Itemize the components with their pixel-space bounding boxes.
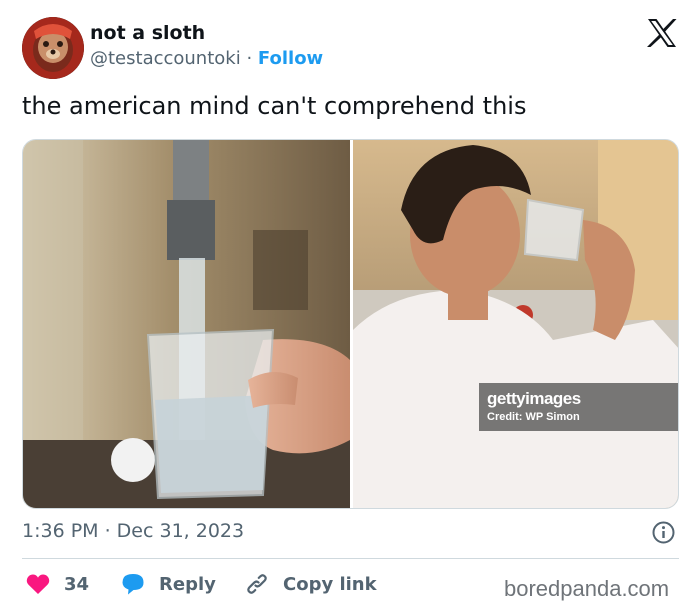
speech-bubble-icon: [121, 572, 145, 596]
handle-separator: ·: [246, 48, 253, 69]
reply-button[interactable]: Reply: [121, 570, 216, 598]
link-icon: [245, 572, 269, 596]
photo-faucet-glass[interactable]: [23, 140, 350, 508]
source-watermark: boredpanda.com: [504, 576, 670, 601]
watermark-credit: Credit: WP Simon: [487, 411, 580, 423]
x-logo-icon[interactable]: [646, 18, 678, 48]
author-handle-line: @testaccountoki · Follow: [90, 48, 323, 69]
follow-button[interactable]: Follow: [258, 48, 323, 69]
info-icon[interactable]: [652, 521, 675, 544]
copy-link-button[interactable]: Copy link: [245, 570, 377, 598]
tweet-media[interactable]: gettyimages Credit: WP Simon: [22, 139, 679, 509]
tweet-timestamp[interactable]: 1:36 PM · Dec 31, 2023: [22, 520, 244, 542]
reply-label: Reply: [159, 573, 216, 595]
heart-icon: [26, 573, 50, 595]
photo-man-drinking[interactable]: [353, 140, 678, 508]
getty-watermark: gettyimages Credit: WP Simon: [479, 383, 678, 431]
tweet-text: the american mind can't comprehend this: [22, 92, 527, 120]
like-button[interactable]: 34: [26, 570, 89, 598]
tweet-card: not a sloth @testaccountoki · Follow the…: [0, 0, 700, 612]
watermark-brand: gettyimages: [487, 389, 581, 408]
copy-link-label: Copy link: [283, 573, 377, 595]
author-name[interactable]: not a sloth: [90, 22, 205, 44]
divider: [22, 558, 679, 559]
author-handle[interactable]: @testaccountoki: [90, 48, 241, 69]
like-count: 34: [64, 573, 90, 595]
avatar[interactable]: [22, 17, 84, 79]
